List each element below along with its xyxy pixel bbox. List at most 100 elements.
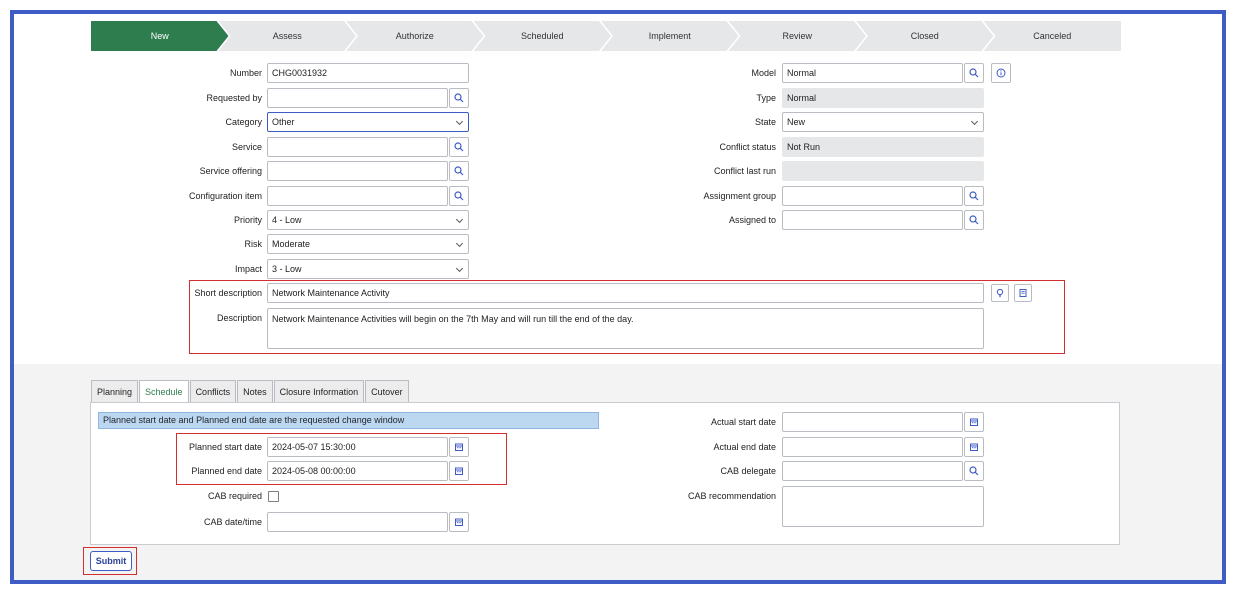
suggestion-button[interactable] [991, 284, 1009, 302]
actual-end-calendar-button[interactable] [964, 437, 984, 457]
cab-datetime-field[interactable] [267, 512, 448, 532]
description-textarea[interactable]: Network Maintenance Activities will begi… [267, 308, 984, 349]
stage-label: Scheduled [520, 31, 564, 41]
cab-recommendation-label: CAB recommendation [687, 491, 776, 501]
stage-closed[interactable]: Closed [856, 21, 994, 51]
planned-end-label: Planned end date [191, 466, 262, 476]
state-label: State [754, 117, 776, 127]
stage-review[interactable]: Review [729, 21, 867, 51]
actual-start-field[interactable] [782, 412, 963, 432]
service-offering-lookup-button[interactable] [449, 161, 469, 181]
model-field[interactable]: Normal [782, 63, 963, 83]
stage-scheduled[interactable]: Scheduled [474, 21, 612, 51]
cab-recommendation-textarea[interactable] [782, 486, 984, 527]
stage-label: Implement [648, 31, 691, 41]
risk-select[interactable]: Moderate [267, 234, 469, 254]
search-icon [454, 191, 464, 201]
calendar-icon [455, 518, 463, 526]
info-icon [996, 68, 1006, 78]
planned-start-label: Planned start date [188, 442, 262, 452]
configuration-item-field[interactable] [267, 186, 448, 206]
model-lookup-button[interactable] [964, 63, 984, 83]
risk-label: Risk [244, 239, 263, 249]
lightbulb-icon [996, 288, 1004, 298]
actual-end-field[interactable] [782, 437, 963, 457]
assignment-group-lookup-button[interactable] [964, 186, 984, 206]
service-offering-label: Service offering [199, 166, 262, 176]
search-icon [969, 215, 979, 225]
calendar-icon [970, 443, 978, 451]
search-icon [969, 466, 979, 476]
calendar-icon [455, 443, 463, 451]
conflict-last-run-field [782, 161, 984, 181]
stage-label: Authorize [395, 31, 434, 41]
assigned-to-lookup-button[interactable] [964, 210, 984, 230]
calendar-icon [970, 418, 978, 426]
planned-start-field[interactable]: 2024-05-07 15:30:00 [267, 437, 448, 457]
schedule-info-message: Planned start date and Planned end date … [98, 412, 599, 429]
model-info-button[interactable] [991, 63, 1011, 83]
service-lookup-button[interactable] [449, 137, 469, 157]
search-icon [454, 93, 464, 103]
assignment-group-label: Assignment group [703, 191, 776, 201]
tab-conflicts[interactable]: Conflicts [189, 380, 237, 403]
planned-start-calendar-button[interactable] [449, 437, 469, 457]
stage-implement[interactable]: Implement [601, 21, 739, 51]
book-icon [1019, 289, 1027, 297]
cab-delegate-lookup-button[interactable] [964, 461, 984, 481]
short-description-field[interactable]: Network Maintenance Activity [267, 283, 984, 303]
actual-start-calendar-button[interactable] [964, 412, 984, 432]
tab-closure-information[interactable]: Closure Information [273, 380, 365, 403]
requested-by-label: Requested by [206, 93, 262, 103]
configuration-item-lookup-button[interactable] [449, 186, 469, 206]
service-field[interactable] [267, 137, 448, 157]
conflict-last-run-label: Conflict last run [713, 166, 776, 176]
assigned-to-label: Assigned to [728, 215, 776, 225]
stage-assess[interactable]: Assess [219, 21, 357, 51]
cab-datetime-calendar-button[interactable] [449, 512, 469, 532]
requested-by-lookup-button[interactable] [449, 88, 469, 108]
stage-label: Review [782, 31, 812, 41]
cab-delegate-label: CAB delegate [720, 466, 776, 476]
category-select[interactable]: Other [267, 112, 469, 132]
conflict-status-field: Not Run [782, 137, 984, 157]
submit-button[interactable]: Submit [90, 551, 132, 571]
requested-by-field[interactable] [267, 88, 448, 108]
description-label: Description [216, 313, 262, 323]
priority-select[interactable]: 4 - Low [267, 210, 469, 230]
actual-end-label: Actual end date [713, 442, 776, 452]
model-label: Model [751, 68, 776, 78]
short-description-label: Short description [194, 288, 262, 298]
state-select[interactable]: New [782, 112, 984, 132]
assigned-to-field[interactable] [782, 210, 963, 230]
type-field: Normal [782, 88, 984, 108]
impact-label: Impact [234, 264, 262, 274]
stage-canceled[interactable]: Canceled [983, 21, 1121, 51]
knowledge-button[interactable] [1014, 284, 1032, 302]
tab-planning[interactable]: Planning [91, 380, 139, 403]
assignment-group-field[interactable] [782, 186, 963, 206]
tab-schedule[interactable]: Schedule [139, 380, 189, 403]
configuration-item-label: Configuration item [188, 191, 262, 201]
cab-delegate-field[interactable] [782, 461, 963, 481]
tab-cutover[interactable]: Cutover [365, 380, 409, 403]
stage-label: Canceled [1033, 31, 1072, 41]
cab-required-label: CAB required [207, 491, 262, 501]
form-tabs: Planning Schedule Conflicts Notes Closur… [91, 380, 410, 403]
impact-select[interactable]: 3 - Low [267, 259, 469, 279]
conflict-status-label: Conflict status [719, 142, 776, 152]
stage-authorize[interactable]: Authorize [346, 21, 484, 51]
search-icon [454, 166, 464, 176]
number-field[interactable]: CHG0031932 [267, 63, 469, 83]
planned-end-field[interactable]: 2024-05-08 00:00:00 [267, 461, 448, 481]
calendar-icon [455, 467, 463, 475]
cab-required-checkbox[interactable] [268, 491, 279, 502]
service-offering-field[interactable] [267, 161, 448, 181]
number-label: Number [229, 68, 262, 78]
stage-new[interactable]: New [91, 21, 229, 51]
actual-start-label: Actual start date [710, 417, 776, 427]
tab-notes[interactable]: Notes [237, 380, 273, 403]
search-icon [454, 142, 464, 152]
planned-end-calendar-button[interactable] [449, 461, 469, 481]
category-label: Category [225, 117, 262, 127]
